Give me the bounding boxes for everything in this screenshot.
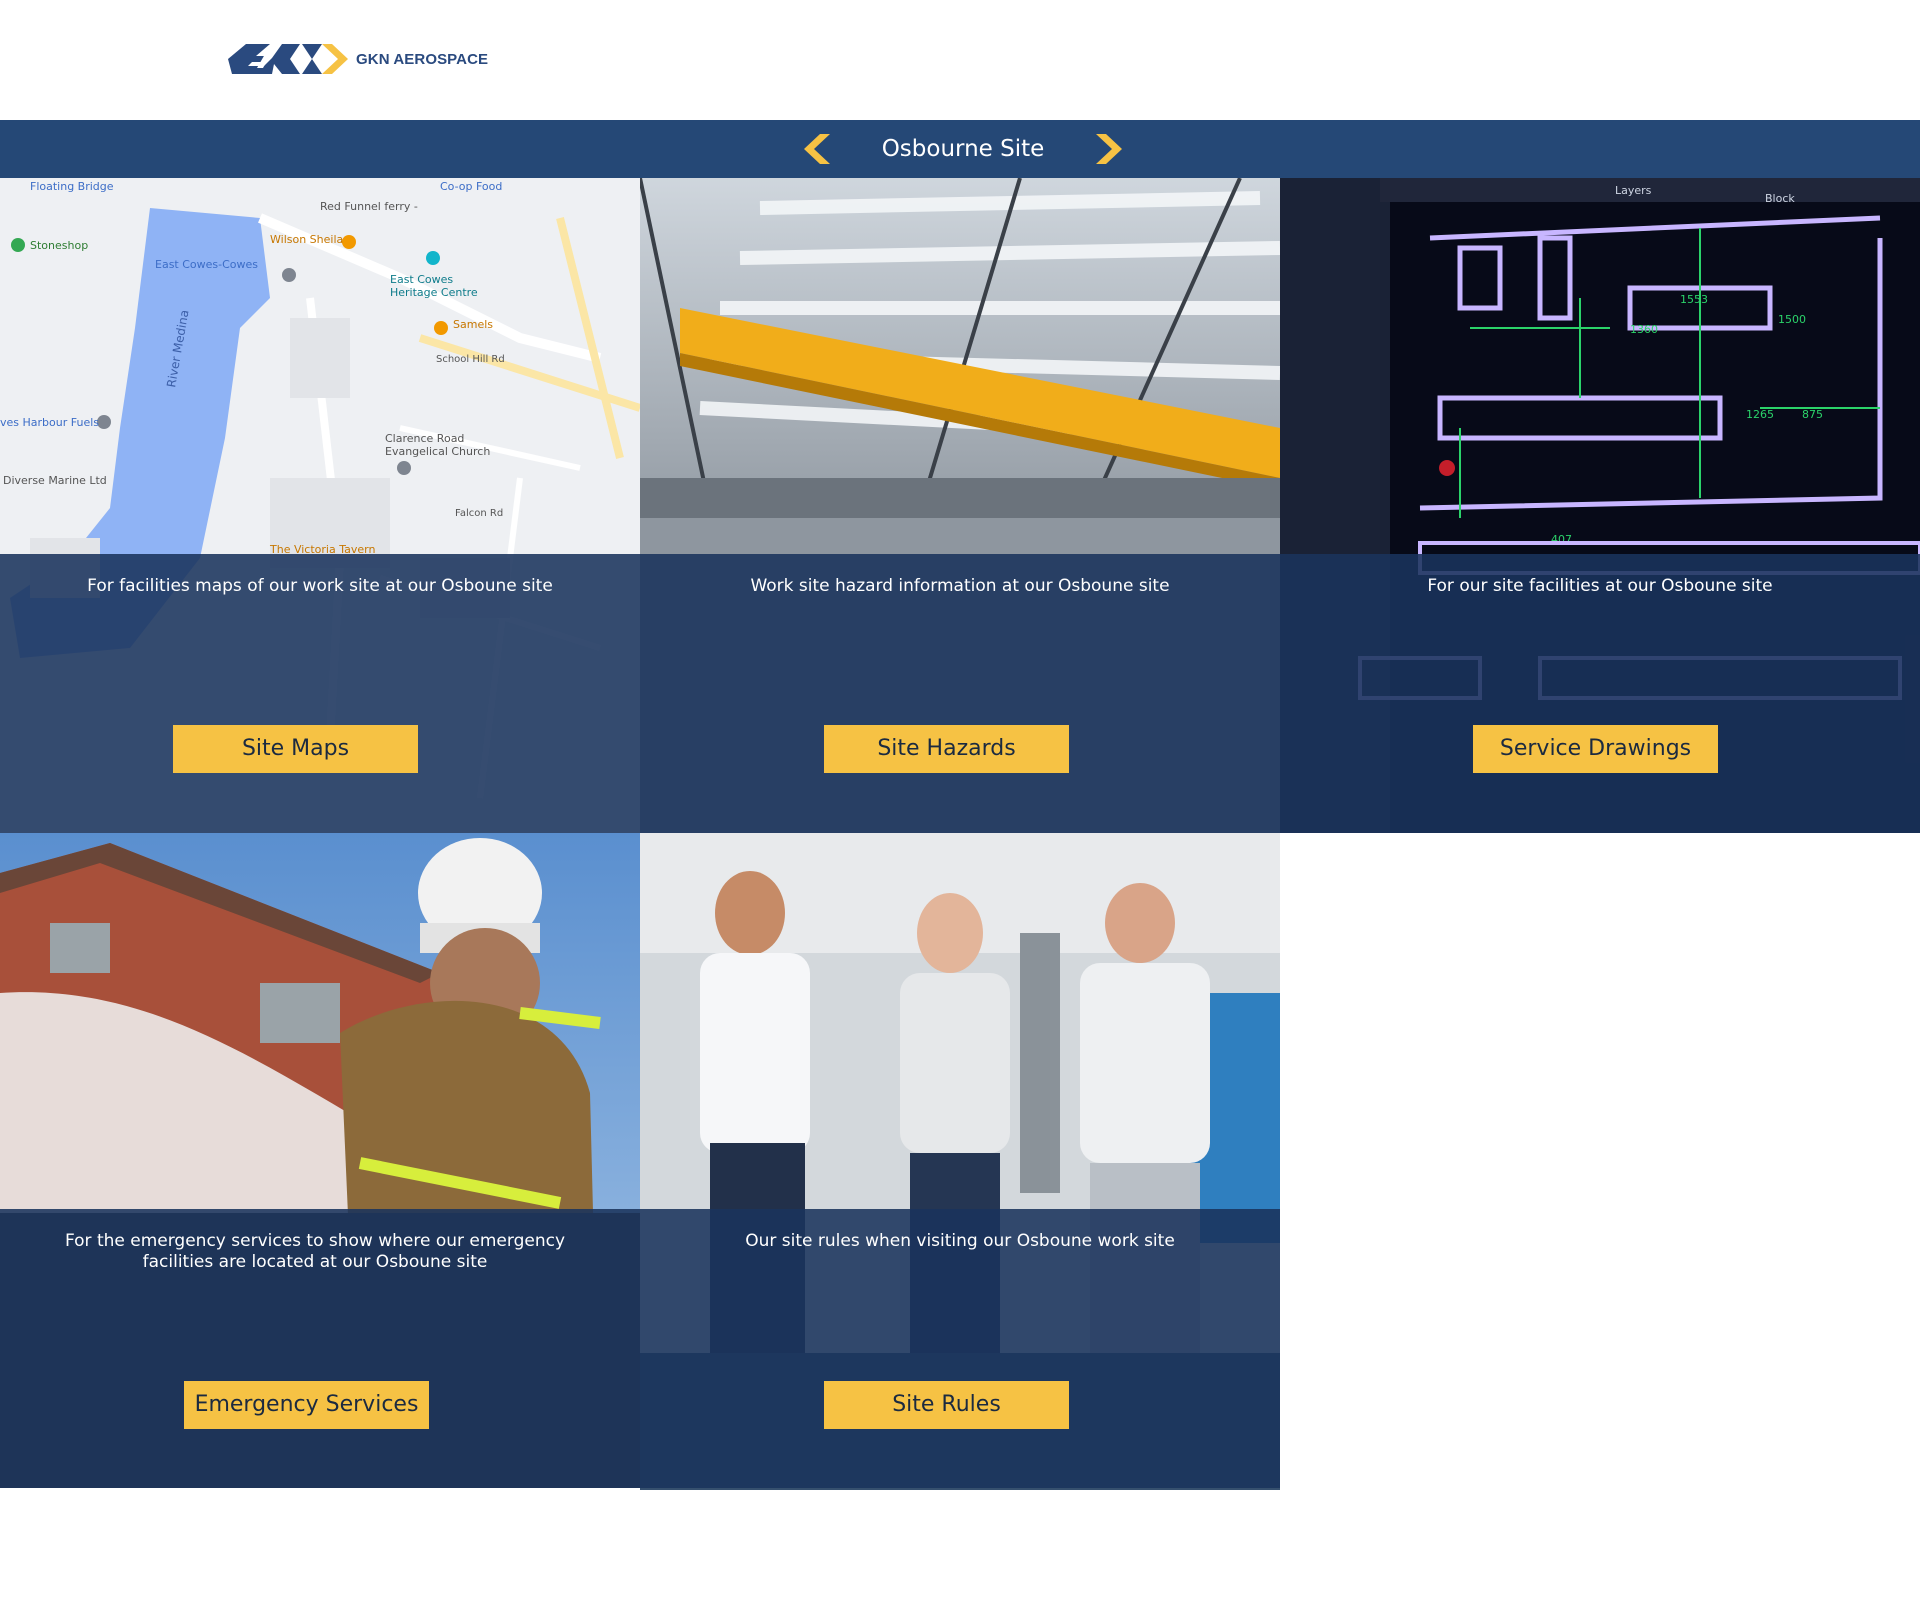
tile-description: Our site rules when visiting our Osboune… xyxy=(745,1231,1175,1251)
site-hazards-button[interactable]: Site Hazards xyxy=(824,725,1069,773)
tile-overlay: Work site hazard information at our Osbo… xyxy=(640,554,1280,833)
svg-text:Floating Bridge: Floating Bridge xyxy=(30,180,114,193)
tile-overlay: For facilities maps of our work site at … xyxy=(0,554,640,833)
tile-site-maps: Floating Bridge Co-op Food Red Funnel fe… xyxy=(0,178,640,833)
gkn-aerospace-logo[interactable]: GKN AEROSPACE xyxy=(228,42,488,76)
svg-text:Layers: Layers xyxy=(1615,184,1652,197)
tile-description: For the emergency services to show where… xyxy=(64,1231,566,1272)
svg-text:875: 875 xyxy=(1802,408,1823,421)
emergency-services-button[interactable]: Emergency Services xyxy=(184,1381,429,1429)
svg-text:East Cowes-Cowes: East Cowes-Cowes xyxy=(155,258,258,271)
tile-site-hazards: Work site hazard information at our Osbo… xyxy=(640,178,1280,833)
svg-text:Evangelical Church: Evangelical Church xyxy=(385,445,490,458)
tile-description: For our site facilities at our Osboune s… xyxy=(1427,576,1773,596)
site-selector-bar: Osbourne Site xyxy=(0,120,1920,178)
previous-site-button[interactable] xyxy=(800,132,840,166)
svg-text:Samels: Samels xyxy=(453,318,493,331)
service-drawings-button[interactable]: Service Drawings xyxy=(1473,725,1718,773)
svg-text:1360: 1360 xyxy=(1630,323,1658,336)
svg-text:Wilson Sheila: Wilson Sheila xyxy=(270,233,343,246)
tile-site-rules: Our site rules when visiting our Osboune… xyxy=(640,833,1280,1490)
next-site-button[interactable] xyxy=(1088,132,1128,166)
svg-text:Block: Block xyxy=(1765,192,1795,205)
svg-text:Stoneshop: Stoneshop xyxy=(30,239,88,252)
tile-overlay: Our site rules when visiting our Osboune… xyxy=(640,1209,1280,1488)
svg-text:1500: 1500 xyxy=(1778,313,1806,326)
logo-text: GKN AEROSPACE xyxy=(356,50,489,68)
gkn-logo-mark-icon xyxy=(228,44,348,74)
svg-text:1553: 1553 xyxy=(1680,293,1708,306)
tile-description: For facilities maps of our work site at … xyxy=(87,576,553,596)
svg-text:Clarence Road: Clarence Road xyxy=(385,432,464,445)
site-maps-button[interactable]: Site Maps xyxy=(173,725,418,773)
svg-text:East Cowes: East Cowes xyxy=(390,273,453,286)
svg-text:ves Harbour Fuels: ves Harbour Fuels xyxy=(0,416,99,429)
svg-text:Red Funnel ferry -: Red Funnel ferry - xyxy=(320,200,418,213)
tile-description: Work site hazard information at our Osbo… xyxy=(750,576,1170,596)
chevron-right-icon xyxy=(1096,134,1122,164)
svg-text:Heritage Centre: Heritage Centre xyxy=(390,286,478,299)
svg-text:Diverse Marine Ltd: Diverse Marine Ltd xyxy=(3,474,107,487)
site-title: Osbourne Site xyxy=(881,136,1045,162)
svg-text:Falcon Rd: Falcon Rd xyxy=(455,508,503,519)
chevron-left-icon xyxy=(804,134,830,164)
tile-emergency-services: For the emergency services to show where… xyxy=(0,833,640,1488)
tile-service-drawings: Layers Block 1553 1360 1500 1265 875 407… xyxy=(1280,178,1920,833)
tile-overlay: For the emergency services to show where… xyxy=(0,1209,640,1488)
svg-text:1265: 1265 xyxy=(1746,408,1774,421)
site-rules-button[interactable]: Site Rules xyxy=(824,1381,1069,1429)
svg-text:School Hill Rd: School Hill Rd xyxy=(436,354,505,365)
svg-text:Co-op Food: Co-op Food xyxy=(440,180,502,193)
tile-overlay: For our site facilities at our Osboune s… xyxy=(1280,554,1920,833)
site-header: GKN AEROSPACE xyxy=(0,0,1920,120)
